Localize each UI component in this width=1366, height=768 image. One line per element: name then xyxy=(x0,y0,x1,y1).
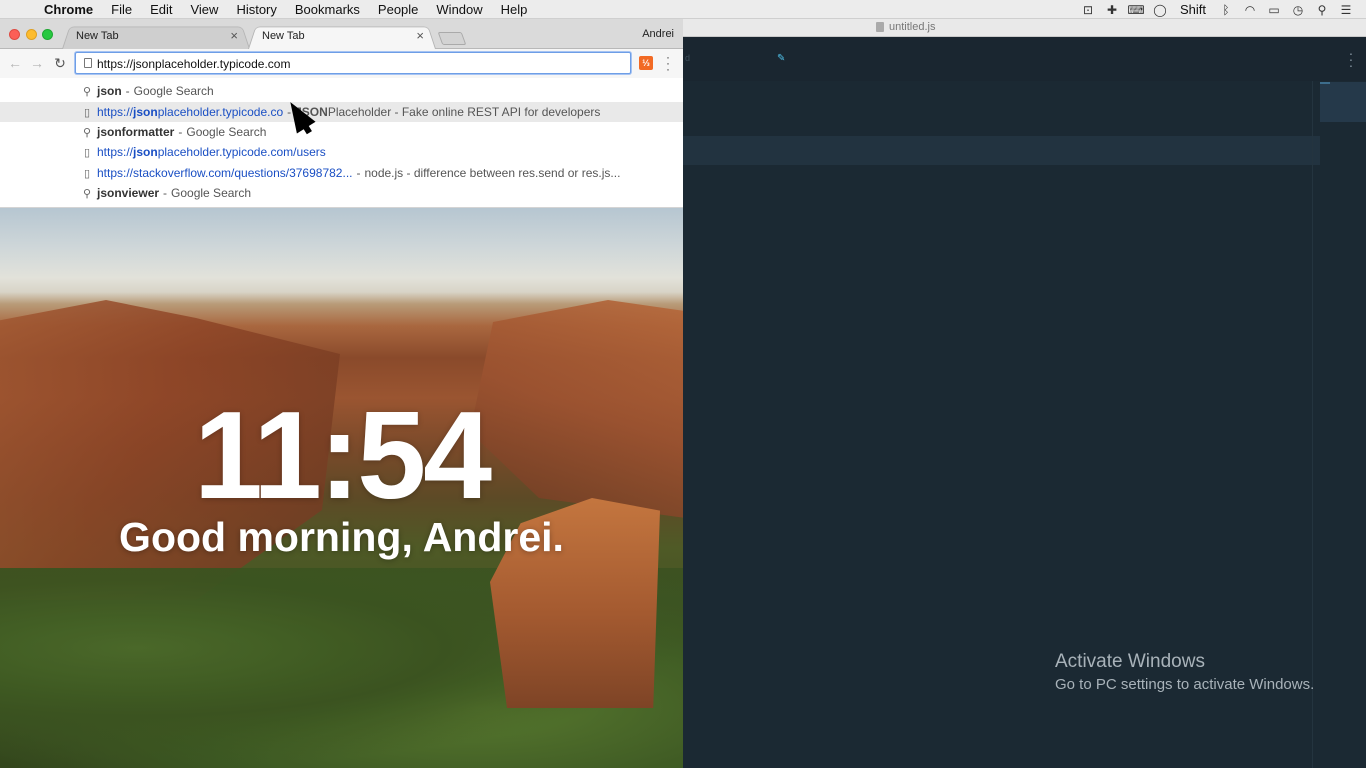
window-zoom-button[interactable] xyxy=(42,29,53,40)
ntp-clock: 11:54 xyxy=(193,387,492,525)
suggestion-separator: - xyxy=(178,125,183,139)
suggestion-description: Google Search xyxy=(133,84,214,98)
menu-window[interactable]: Window xyxy=(427,0,491,19)
chrome-window: New Tab × New Tab × Andrei ← → ↻ ⅓ ··· ⚲… xyxy=(0,19,683,768)
plus-cross-icon[interactable]: ✚ xyxy=(1100,0,1124,19)
notification-list-icon[interactable]: ☰ xyxy=(1334,0,1358,19)
battery-icon[interactable]: ▭ xyxy=(1262,0,1286,19)
page-icon: ▯ xyxy=(83,167,91,180)
tab-new-tab-2[interactable]: New Tab × xyxy=(248,24,436,49)
suggestion-query-rest: viewer xyxy=(121,186,160,200)
suggestion-url-stackoverflow[interactable]: ▯ https://stackoverflow.com/questions/37… xyxy=(0,163,683,183)
page-icon: ▯ xyxy=(83,146,91,159)
menu-edit[interactable]: Edit xyxy=(141,0,181,19)
editor-minimap[interactable] xyxy=(1320,82,1366,122)
editor-titlebar: untitled.js xyxy=(683,19,1366,37)
suggestion-url-rest: placeholder.typicode.co xyxy=(157,105,284,119)
menu-file[interactable]: File xyxy=(102,0,141,19)
suggestion-url-match: json xyxy=(133,105,158,119)
window-close-button[interactable] xyxy=(9,29,20,40)
editor-current-line xyxy=(683,136,1320,165)
menu-bookmarks[interactable]: Bookmarks xyxy=(286,0,369,19)
search-icon: ⚲ xyxy=(82,126,92,139)
suggestion-query: json xyxy=(97,84,122,98)
menubar-tray: ⊡ ✚ ⌨ ◯ Shift ᛒ ◠ ▭ ◷ ⚲ ☰ xyxy=(1076,0,1358,19)
editor-tabstrip: d ✎ · · · xyxy=(683,37,1366,81)
suggestion-url-match: json xyxy=(133,145,158,159)
new-tab-button[interactable] xyxy=(437,32,467,45)
suggestion-url-prefix: https:// xyxy=(97,145,134,159)
profile-button[interactable]: Andrei xyxy=(642,28,674,40)
search-icon: ⚲ xyxy=(82,85,92,98)
activate-windows-watermark: Activate Windows Go to PC settings to ac… xyxy=(1055,651,1314,695)
suggestion-separator: - xyxy=(163,186,168,200)
wifi-icon[interactable]: ◠ xyxy=(1238,0,1262,19)
suggestion-description: Google Search xyxy=(171,186,252,200)
forward-arrow-icon[interactable]: → xyxy=(29,54,45,72)
suggestion-url-users[interactable]: ▯ https://json placeholder.typicode.com/u… xyxy=(0,142,683,162)
extension-icon[interactable]: ⅓ xyxy=(639,56,653,70)
suggestion-query: json xyxy=(97,186,122,200)
window-minimize-button[interactable] xyxy=(26,29,37,40)
spotlight-search-icon[interactable]: ⚲ xyxy=(1310,0,1334,19)
reload-icon[interactable]: ↻ xyxy=(52,54,68,72)
editor-document-title: untitled.js xyxy=(876,21,935,33)
suggestion-url: https://stackoverflow.com/questions/3769… xyxy=(97,166,353,180)
menu-history[interactable]: History xyxy=(227,0,285,19)
tab-label: New Tab xyxy=(262,30,305,42)
minimap-viewport-marker xyxy=(1320,82,1330,84)
editor-tab-fragment[interactable]: d xyxy=(685,53,690,63)
suggestion-search-json[interactable]: ⚲ json - Google Search xyxy=(0,81,683,101)
menu-people[interactable]: People xyxy=(369,0,427,19)
suggestion-url-jsonplaceholder[interactable]: ▯ https://json placeholder.typicode.co - … xyxy=(0,102,683,122)
tab-close-icon[interactable]: × xyxy=(230,28,238,43)
editor-title-text: untitled.js xyxy=(889,21,936,33)
shift-indicator[interactable]: Shift xyxy=(1172,2,1214,17)
omnibox-suggestions: ⚲ json - Google Search ▯ https://json pla… xyxy=(0,78,683,208)
mac-menubar: Chrome File Edit View History Bookmarks … xyxy=(0,0,1366,19)
bluetooth-icon[interactable]: ᛒ xyxy=(1214,0,1238,19)
suggestion-description: node.js - difference between res.send or… xyxy=(364,166,621,180)
suggestion-description: Google Search xyxy=(186,125,267,139)
page-icon: ▯ xyxy=(83,106,91,119)
address-input[interactable] xyxy=(97,55,617,72)
omnibox[interactable] xyxy=(75,52,631,74)
new-tab-page: 11:54 Good morning, Andrei. xyxy=(0,208,683,768)
menu-view[interactable]: View xyxy=(181,0,227,19)
back-arrow-icon[interactable]: ← xyxy=(7,54,23,72)
suggestion-query-rest: formatter xyxy=(121,125,175,139)
suggestion-search-json-viewer[interactable]: ⚲ json viewer - Google Search xyxy=(0,183,683,203)
suggestion-query: json xyxy=(97,125,122,139)
ntp-greeting: Good morning, Andrei. xyxy=(119,514,564,560)
suggestion-separator: - xyxy=(356,166,361,180)
kebab-menu-icon[interactable]: · · · xyxy=(1348,46,1354,72)
menu-help[interactable]: Help xyxy=(492,0,537,19)
watermark-title: Activate Windows xyxy=(1055,651,1205,672)
screen-record-icon[interactable]: ⊡ xyxy=(1076,0,1100,19)
suggestion-title-rest: Placeholder - Fake online REST API for d… xyxy=(327,105,601,119)
chrome-toolbar: ← → ↻ ⅓ ··· xyxy=(0,49,683,78)
chrome-tabbar: New Tab × New Tab × Andrei xyxy=(0,19,683,49)
watermark-subtitle: Go to PC settings to activate Windows. xyxy=(1055,676,1315,693)
page-icon xyxy=(84,58,92,68)
pencil-icon[interactable]: ✎ xyxy=(777,53,786,64)
sync-circle-icon[interactable]: ◯ xyxy=(1148,0,1172,19)
tab-label: New Tab xyxy=(76,30,119,42)
suggestion-search-json-formatter[interactable]: ⚲ json formatter - Google Search xyxy=(0,122,683,142)
keyboard-icon[interactable]: ⌨ xyxy=(1124,0,1148,19)
clock-icon[interactable]: ◷ xyxy=(1286,0,1310,19)
tab-close-icon[interactable]: × xyxy=(416,28,424,43)
document-icon xyxy=(876,22,884,32)
suggestion-url-rest: placeholder.typicode.com/users xyxy=(157,145,326,159)
tab-new-tab-1[interactable]: New Tab × xyxy=(62,24,250,49)
suggestion-url-prefix: https:// xyxy=(97,105,134,119)
menu-app-chrome[interactable]: Chrome xyxy=(34,0,102,19)
suggestion-separator: - xyxy=(125,84,130,98)
search-icon: ⚲ xyxy=(82,187,92,200)
chrome-menu-icon[interactable]: · · · xyxy=(664,51,672,75)
